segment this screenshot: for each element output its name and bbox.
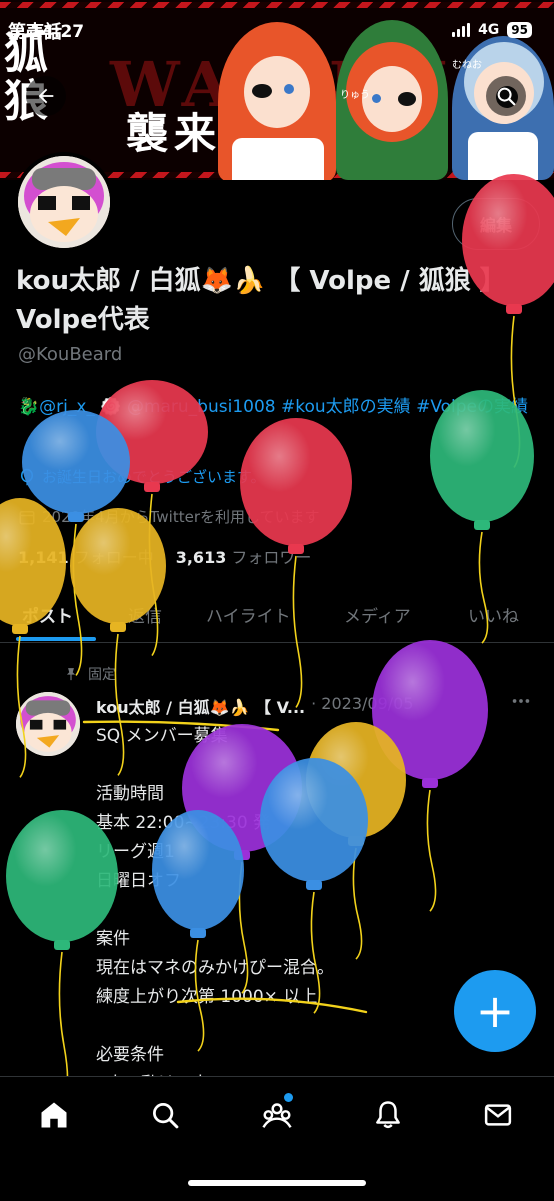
search-icon [153,1103,179,1129]
nav-notifications[interactable] [368,1095,408,1135]
compose-plus-icon: + [475,984,515,1038]
messages-icon [484,1104,512,1126]
nav-messages[interactable] [478,1095,518,1135]
nav-home[interactable] [34,1095,74,1135]
underline-requirement [176,997,368,1014]
communities-notification-dot [284,1093,293,1102]
nav-communities[interactable] [257,1093,297,1135]
communities-icon [262,1103,292,1128]
home-icon [41,1102,67,1128]
notifications-icon [376,1101,400,1129]
compose-button[interactable]: + [454,970,536,1052]
underline-author [82,720,280,732]
home-indicator [188,1180,366,1186]
nav-search[interactable] [145,1095,185,1135]
